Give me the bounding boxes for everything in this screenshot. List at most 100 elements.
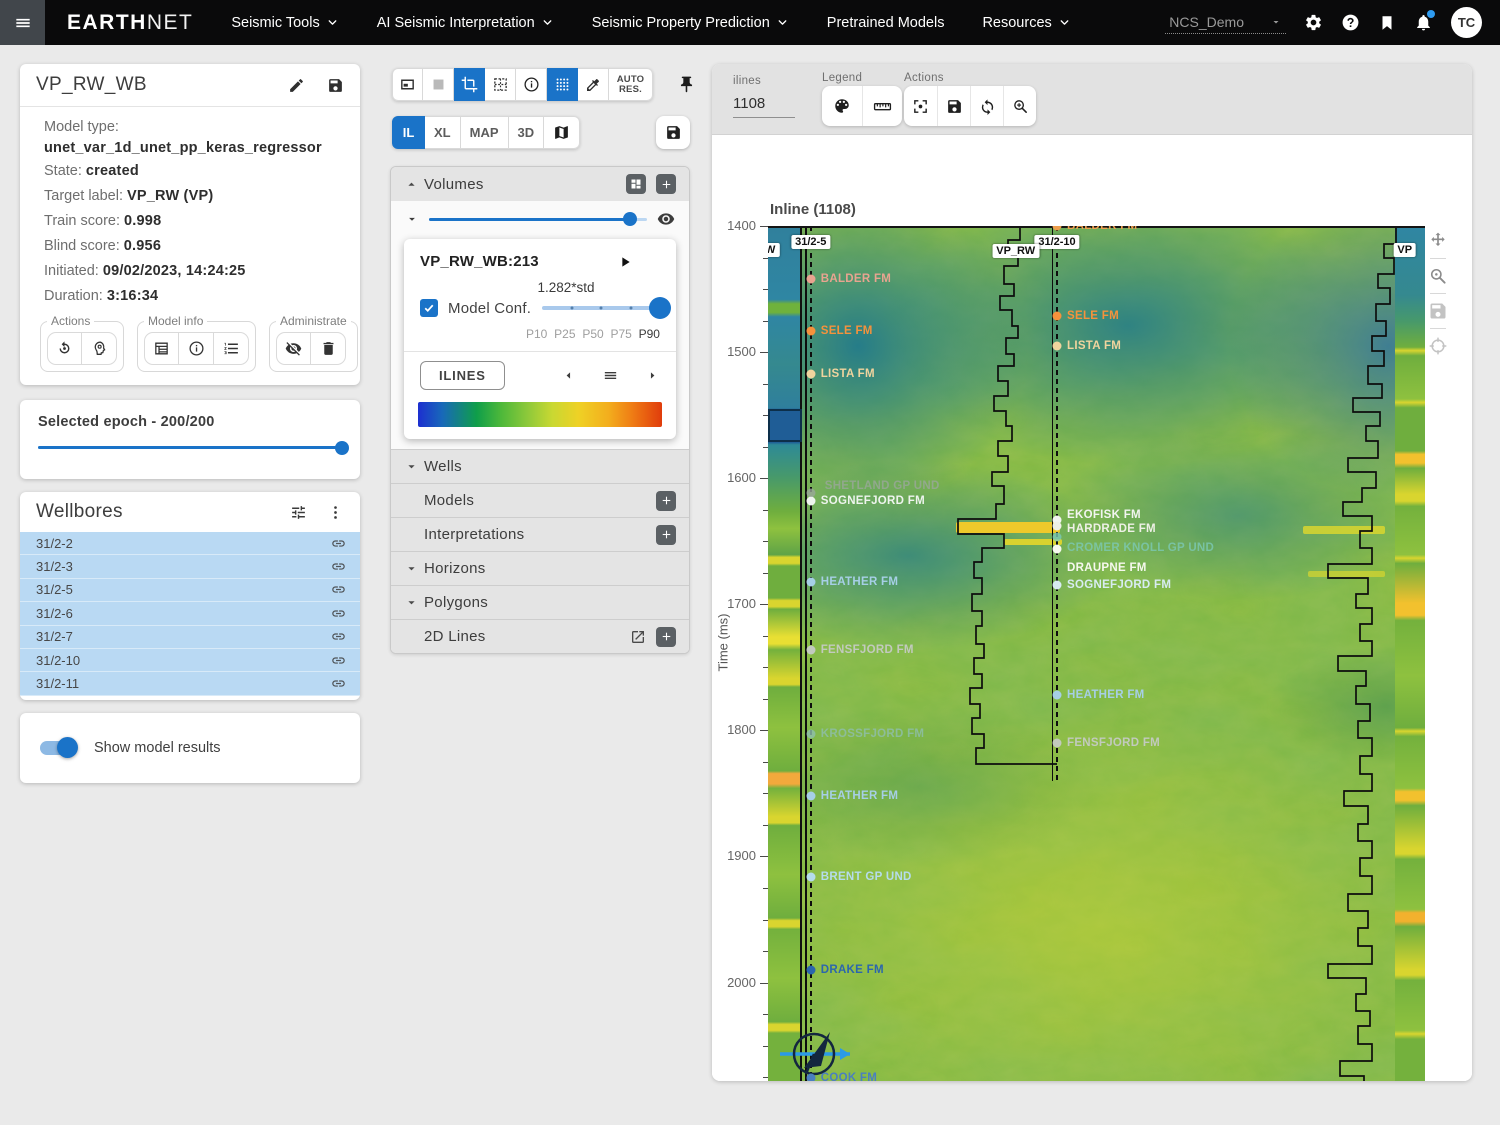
well-name-label: 31/2-10: [1034, 235, 1079, 249]
link-icon[interactable]: [331, 653, 346, 668]
menu-icon[interactable]: [0, 0, 45, 45]
tab-xl[interactable]: XL: [425, 116, 461, 149]
wellbore-row[interactable]: 31/2-2: [20, 532, 360, 555]
pip-view-button[interactable]: [392, 68, 423, 101]
delete-button[interactable]: [311, 332, 346, 365]
nav-seismic-tools[interactable]: Seismic Tools: [231, 15, 338, 31]
wellbore-row[interactable]: 31/2-7: [20, 626, 360, 649]
tab-il[interactable]: IL: [392, 116, 425, 149]
kebab-menu-icon[interactable]: [327, 504, 344, 521]
nav-resources[interactable]: Resources: [982, 15, 1070, 31]
save-snapshot-icon[interactable]: [1428, 301, 1448, 321]
percentile-slider[interactable]: [542, 306, 660, 310]
dashed-grid-icon: [492, 76, 509, 93]
edit-pencil-icon[interactable]: [288, 77, 305, 94]
grid-dashed-button[interactable]: [485, 68, 516, 101]
auto-res-button[interactable]: AUTO RES.: [609, 68, 653, 101]
dot-grid-button[interactable]: [547, 68, 578, 101]
opacity-button[interactable]: [423, 68, 454, 101]
link-icon[interactable]: [331, 606, 346, 621]
wellbore-row[interactable]: 31/2-11: [20, 672, 360, 695]
show-model-results-toggle[interactable]: [40, 741, 76, 755]
bookmark-icon[interactable]: [1378, 14, 1396, 32]
eyedropper-button[interactable]: [578, 68, 609, 101]
zoom-icon[interactable]: [1428, 266, 1448, 286]
section-horizons[interactable]: Horizons: [391, 551, 689, 585]
link-icon[interactable]: [331, 629, 346, 644]
link-icon[interactable]: [331, 582, 346, 597]
wellbore-row[interactable]: 31/2-3: [20, 555, 360, 578]
section-models[interactable]: Models: [391, 483, 689, 517]
nav-pretrained-models[interactable]: Pretrained Models: [827, 15, 945, 31]
reset-crosshair-icon[interactable]: [1428, 336, 1448, 356]
nav-ai-seismic-interpretation[interactable]: AI Seismic Interpretation: [377, 15, 554, 31]
visibility-eye-icon[interactable]: [657, 210, 675, 228]
tab-map[interactable]: MAP: [461, 116, 509, 149]
palette-button[interactable]: [822, 86, 862, 126]
models-add-button[interactable]: [656, 491, 676, 511]
y-tick: [760, 983, 768, 984]
help-icon[interactable]: [1341, 13, 1360, 32]
pin-button[interactable]: [669, 68, 703, 101]
save-view-button[interactable]: [656, 116, 690, 149]
workspace-select[interactable]: NCS_Demo: [1165, 12, 1286, 34]
formation-label: DRAUPNE FM: [1067, 562, 1147, 574]
section-2d-lines[interactable]: 2D Lines: [391, 619, 689, 653]
actions-group: Actions: [40, 314, 124, 372]
section-polygons[interactable]: Polygons: [391, 585, 689, 619]
avatar[interactable]: TC: [1451, 7, 1482, 38]
crop-button[interactable]: [454, 68, 485, 101]
section-volumes[interactable]: Volumes: [391, 167, 689, 201]
wellbore-row[interactable]: 31/2-5: [20, 579, 360, 602]
zoom-reset-button[interactable]: [1003, 86, 1036, 126]
ilines-input[interactable]: 1108: [733, 95, 765, 112]
prev-slice-icon[interactable]: [561, 368, 576, 383]
redeploy-button[interactable]: [47, 332, 82, 365]
notifications-bell-icon[interactable]: [1414, 13, 1433, 32]
formation-marker: [1053, 738, 1062, 747]
tab-3d[interactable]: 3D: [509, 116, 545, 149]
volume-opacity-slider[interactable]: [429, 218, 647, 221]
hide-button[interactable]: [276, 332, 311, 365]
collapse-caret-icon[interactable]: [405, 212, 419, 226]
plus-icon: [660, 630, 673, 643]
link-icon[interactable]: [331, 536, 346, 551]
predict-button[interactable]: [82, 332, 117, 365]
settings-gear-icon[interactable]: [1304, 13, 1323, 32]
center-focus-button[interactable]: [904, 86, 937, 126]
model-table-button[interactable]: [144, 332, 179, 365]
wellbore-row[interactable]: 31/2-10: [20, 649, 360, 672]
section-interpretations[interactable]: Interpretations: [391, 517, 689, 551]
slice-menu-icon[interactable]: [602, 367, 619, 384]
volumes-add-button[interactable]: [656, 174, 676, 194]
refresh-loop-button[interactable]: [970, 86, 1003, 126]
filter-tune-icon[interactable]: [290, 504, 307, 521]
volumes-grid-button[interactable]: [626, 174, 646, 194]
link-icon[interactable]: [331, 676, 346, 691]
ilines-button[interactable]: ILINES: [420, 361, 505, 390]
info-icon: [523, 76, 540, 93]
section-wells[interactable]: Wells: [391, 449, 689, 483]
save-image-button[interactable]: [937, 86, 970, 126]
pan-move-icon[interactable]: [1428, 231, 1448, 251]
model-conf-checkbox[interactable]: [420, 299, 438, 317]
model-info-button[interactable]: [179, 332, 214, 365]
save-icon[interactable]: [327, 77, 344, 94]
link-icon[interactable]: [331, 559, 346, 574]
info-button[interactable]: [516, 68, 547, 101]
seismic-section[interactable]: 31/2-5BALDER FMSELE FMLISTA FMSHETLAND G…: [768, 226, 1425, 1081]
epoch-slider[interactable]: [38, 446, 342, 449]
ruler-button[interactable]: [862, 86, 902, 126]
wellbore-row[interactable]: 31/2-6: [20, 602, 360, 625]
2d-lines-add-button[interactable]: [656, 627, 676, 647]
next-slice-icon[interactable]: [645, 368, 660, 383]
tab-map-view[interactable]: [544, 116, 580, 149]
model-type-label: Model type:: [44, 117, 344, 138]
interpretations-add-button[interactable]: [656, 525, 676, 545]
nav-seismic-property-prediction[interactable]: Seismic Property Prediction: [592, 15, 789, 31]
model-card-title: VP_RW_WB: [36, 74, 147, 96]
model-log-button[interactable]: [214, 332, 249, 365]
external-link-icon[interactable]: [630, 629, 646, 645]
curve-label: VP: [1393, 243, 1416, 257]
play-expand-icon[interactable]: [617, 254, 633, 270]
